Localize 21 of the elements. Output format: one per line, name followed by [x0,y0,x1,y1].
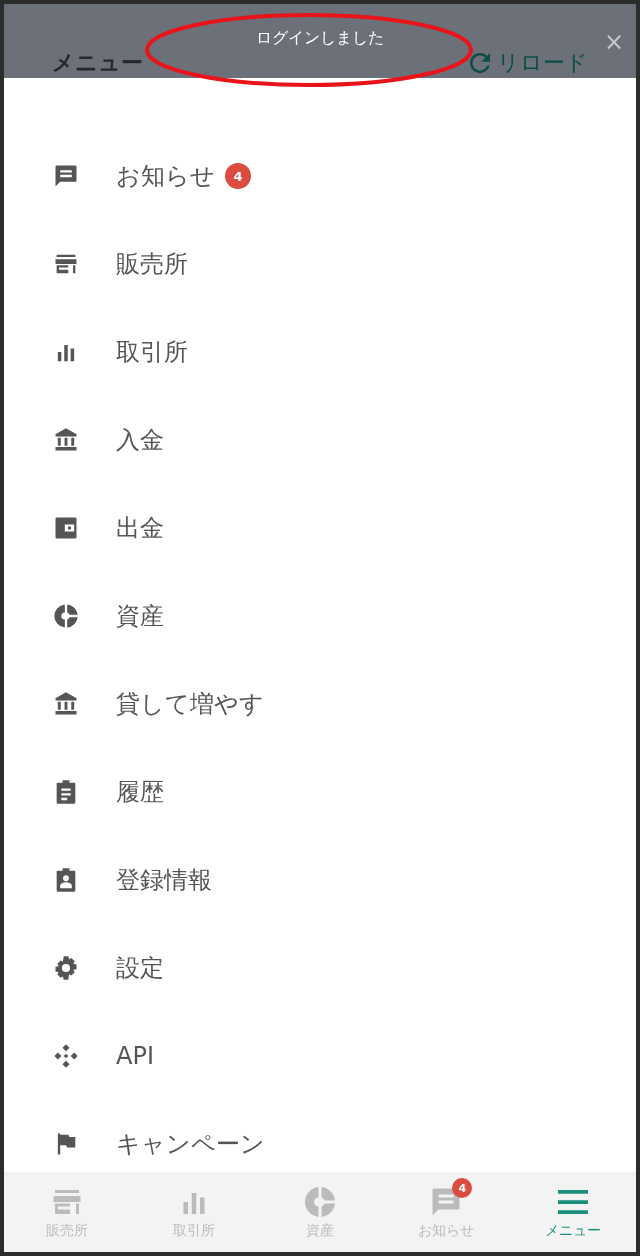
menu-item[interactable]: 貸して増やす [116,688,264,720]
pie-chart-icon [302,1184,338,1220]
menu-item[interactable]: 販売所 [116,248,188,280]
header-title: メニュー [52,49,143,77]
menu-item[interactable]: 入金 [116,424,164,456]
nav-tab[interactable]: お知らせ 4 [383,1172,510,1252]
diamond-cluster-icon [52,1042,80,1070]
pie-chart-icon [52,602,80,630]
count-badge: 4 [452,1178,473,1198]
toast-message: ログインしました [256,28,384,49]
nav-tab[interactable]: メニュー [509,1172,636,1252]
menu-item[interactable]: 出金 [116,512,164,544]
menu-item[interactable]: 取引所 [116,336,188,368]
menu-item[interactable]: お知らせ [116,160,215,192]
menu-item[interactable]: 設定 [116,952,164,984]
menu-item[interactable]: 履歴 [116,776,164,808]
count-badge: 4 [225,163,251,189]
menu-item[interactable]: API [116,1042,154,1070]
menu-item[interactable]: 登録情報 [116,864,212,896]
menu-item[interactable]: 資産 [116,600,164,632]
menu-item[interactable]: キャンペーン [116,1128,265,1160]
